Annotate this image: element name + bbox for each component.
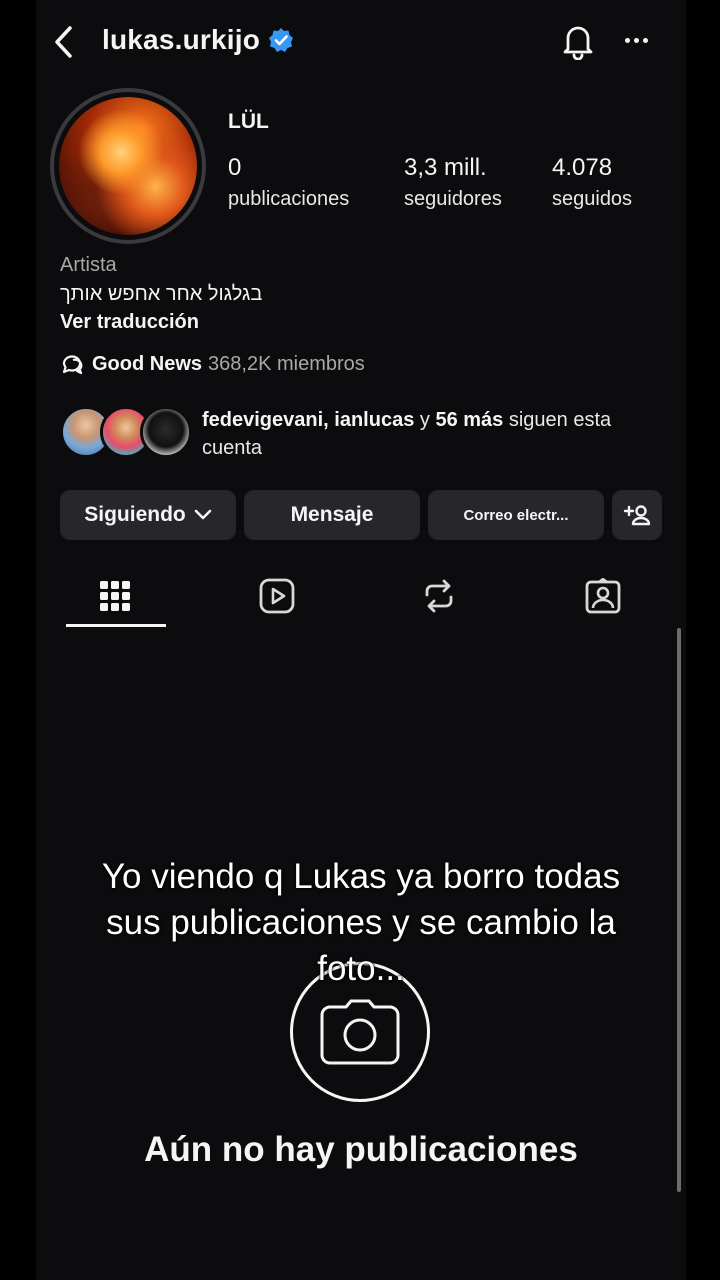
repost-icon — [425, 579, 453, 613]
mutual-more: 56 más — [435, 409, 504, 431]
more-horizontal-icon — [624, 37, 630, 43]
tab-reposts[interactable] — [414, 574, 464, 618]
mutual-connector: y — [419, 409, 430, 431]
bell-icon — [563, 26, 593, 61]
following-label: Siguiendo — [84, 503, 186, 526]
mutual-names: fedevigevani, ianlucas — [202, 409, 415, 431]
community-link[interactable]: Good News 368,2K miembros — [60, 352, 365, 376]
notifications-button[interactable] — [560, 22, 596, 61]
empty-state-title: Aún no hay publicaciones — [144, 1130, 578, 1169]
message-button[interactable]: Mensaje — [244, 490, 420, 540]
community-members: 368,2K miembros — [208, 352, 365, 375]
avatar — [140, 406, 192, 458]
back-button[interactable] — [50, 24, 78, 60]
profile-tabs — [36, 566, 686, 630]
tab-reels[interactable] — [252, 574, 302, 618]
camera-icon — [320, 999, 400, 1065]
profile-screen: lukas.urkijo LÜL 0 publicaciones 3,3 mil… — [36, 0, 686, 1280]
stat-following-label: seguidos — [552, 188, 633, 210]
left-edge — [0, 0, 36, 1280]
stat-followers-label: seguidores — [404, 188, 502, 210]
scrollbar[interactable] — [677, 628, 681, 1192]
see-translation-link[interactable]: Ver traducción — [60, 311, 199, 334]
chevron-down-icon — [194, 509, 212, 520]
community-icon — [62, 355, 83, 375]
community-name: Good News — [92, 352, 203, 375]
mutual-followers[interactable]: fedevigevani, ianlucas y 56 más siguen e… — [60, 404, 670, 464]
more-options-button[interactable] — [622, 26, 650, 54]
stat-posts-value: 0 — [228, 154, 242, 181]
grid-icon — [100, 581, 130, 611]
profile-bio: בגלגול אחר אחפש אותך — [60, 283, 263, 305]
stat-followers-value: 3,3 mill. — [404, 154, 487, 181]
right-edge — [686, 0, 720, 1280]
stat-posts-label: publicaciones — [228, 188, 350, 210]
stat-followers[interactable]: 3,3 mill. seguidores — [404, 154, 502, 211]
tab-tagged[interactable] — [578, 574, 628, 618]
add-user-button[interactable] — [612, 490, 662, 540]
tagged-icon — [585, 578, 621, 614]
display-name: LÜL — [228, 110, 269, 133]
username-text: lukas.urkijo — [102, 24, 261, 55]
reels-icon — [259, 578, 295, 614]
email-button[interactable]: Correo electr... — [428, 490, 604, 540]
chevron-left-icon — [55, 26, 72, 58]
overlay-caption: Yo viendo q Lukas ya borro todas sus pub… — [101, 857, 621, 988]
add-user-icon — [623, 505, 651, 526]
profile-username: lukas.urkijo — [102, 24, 294, 56]
avatar-image — [59, 97, 197, 235]
active-tab-indicator — [66, 624, 166, 627]
following-button[interactable]: Siguiendo — [60, 490, 236, 540]
stat-following[interactable]: 4.078 seguidos — [552, 154, 632, 211]
mutual-followers-text: fedevigevani, ianlucas y 56 más siguen e… — [202, 406, 672, 462]
profile-category: Artista — [60, 254, 117, 276]
verified-badge-icon — [269, 28, 294, 52]
stat-posts[interactable]: 0 publicaciones — [228, 154, 349, 211]
stat-following-value: 4.078 — [552, 154, 613, 181]
top-bar: lukas.urkijo — [36, 14, 686, 70]
tab-grid[interactable] — [90, 574, 140, 618]
profile-avatar[interactable] — [50, 88, 206, 244]
mutual-avatars — [60, 404, 192, 460]
